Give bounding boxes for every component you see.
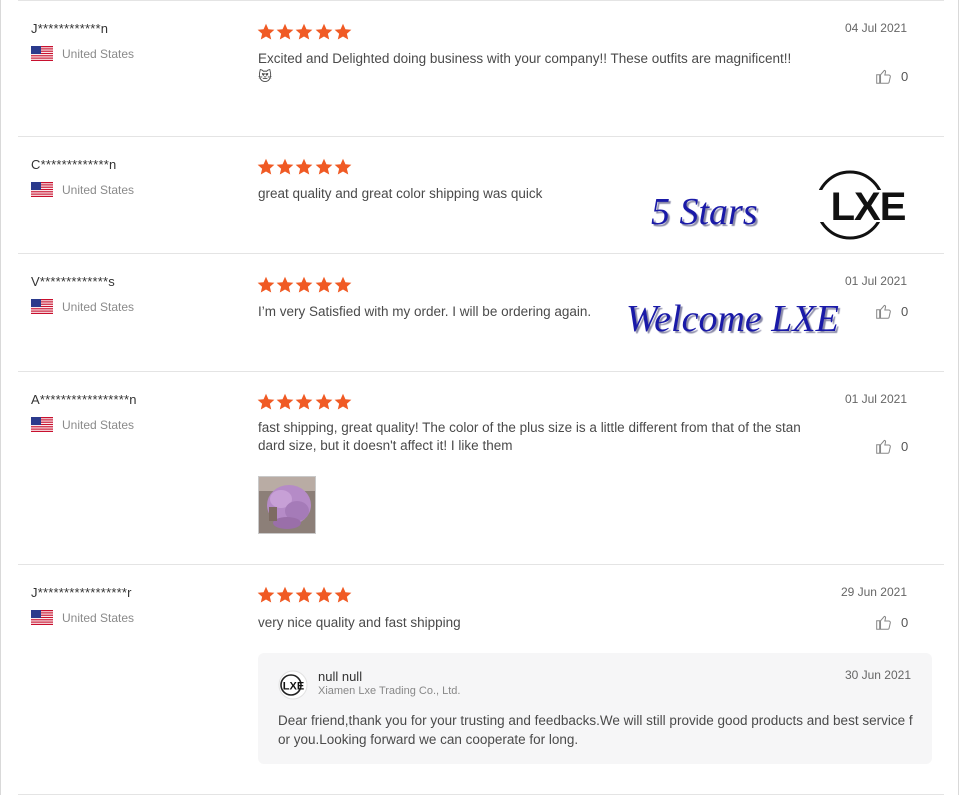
us-flag-icon — [31, 299, 53, 314]
star-rating — [257, 276, 353, 294]
reviewer-country: United States — [31, 610, 134, 625]
thumbs-up-icon — [876, 439, 891, 454]
star-icon — [315, 393, 332, 410]
star-rating — [257, 586, 353, 604]
country-label: United States — [62, 417, 135, 432]
reply-company-name: Xiamen Lxe Trading Co., Ltd. — [318, 685, 461, 697]
reviewer-country: United States — [31, 417, 134, 432]
like-button[interactable]: 0 — [875, 303, 908, 320]
review-text-line: very nice quality and fast shipping — [258, 615, 461, 630]
star-icon — [257, 393, 275, 410]
review-text: I’m very Satisfied with my order. I will… — [258, 303, 591, 321]
frame-right-border — [958, 0, 959, 795]
review-divider — [18, 0, 944, 1]
review-text: very nice quality and fast shipping — [258, 614, 461, 632]
thumbs-up-icon — [876, 69, 891, 84]
reply-date: 30 Jun 2021 — [844, 668, 911, 682]
review-date: 01 Jul 2021 — [844, 274, 907, 288]
star-icon — [257, 586, 275, 603]
star-rating — [257, 393, 353, 411]
reply-author-name: null null — [318, 669, 363, 684]
star-icon — [315, 23, 332, 40]
review-text-line: Excited and Delighted doing business wit… — [258, 51, 792, 66]
reviewer-name: J*****************r — [31, 585, 132, 600]
five-stars-overlay-text: 5 Stars — [651, 191, 758, 233]
seller-reply: LXE null null Xiamen Lxe Trading Co., Lt… — [258, 653, 932, 764]
star-icon — [276, 158, 294, 175]
star-icon — [334, 276, 352, 293]
star-icon — [257, 276, 275, 293]
star-icon — [276, 586, 294, 603]
welcome-overlay-text: Welcome LXE — [626, 298, 839, 340]
star-icon — [276, 276, 294, 293]
like-count: 0 — [901, 439, 909, 454]
star-icon — [296, 276, 313, 293]
reviewer-name: V*************s — [31, 274, 115, 289]
frame-left-border — [0, 0, 1, 795]
review-text-line: dard size, but it doesn't affect it! I l… — [258, 438, 513, 453]
review-text: Excited and Delighted doing business wit… — [258, 50, 791, 86]
reviewer-name: J************n — [31, 21, 109, 36]
review-text-line: I’m very Satisfied with my order. I will… — [258, 304, 592, 319]
star-icon — [276, 23, 294, 40]
country-label: United States — [62, 46, 135, 61]
country-label: United States — [62, 299, 135, 314]
like-count: 0 — [901, 69, 909, 84]
reviewer-name: C*************n — [31, 157, 117, 172]
like-count: 0 — [901, 615, 909, 630]
review-date: 29 Jun 2021 — [840, 585, 907, 599]
thumbs-up-icon — [876, 615, 891, 630]
review-text-line: fast shipping, great quality! The color … — [258, 420, 801, 435]
reviewer-name: A*****************n — [31, 392, 137, 407]
review-text: fast shipping, great quality! The color … — [258, 419, 801, 455]
country-label: United States — [62, 182, 135, 197]
like-count: 0 — [901, 304, 909, 319]
star-icon — [296, 158, 313, 175]
lxe-logo-text: LXE — [831, 185, 906, 229]
reviewer-country: United States — [31, 182, 134, 197]
like-button[interactable]: 0 — [875, 68, 908, 85]
review-date: 04 Jul 2021 — [844, 21, 907, 35]
review-divider — [18, 371, 944, 372]
star-icon — [296, 586, 313, 603]
review-photo-image — [259, 477, 315, 533]
star-icon — [296, 23, 313, 40]
star-icon — [334, 158, 352, 175]
like-button[interactable]: 0 — [875, 438, 908, 455]
lxe-logo-icon: LXE — [814, 170, 918, 240]
review-text: great quality and great color shipping w… — [258, 185, 542, 203]
star-icon — [334, 393, 352, 410]
review-text-line: great quality and great color shipping w… — [258, 186, 543, 201]
star-icon — [334, 586, 352, 603]
lxe-logo: LXE — [802, 164, 930, 252]
reply-text: Dear friend,thank you for your trusting … — [278, 713, 913, 747]
star-rating — [257, 23, 353, 41]
star-icon — [315, 276, 332, 293]
emoji-icon: 😻 — [258, 69, 273, 84]
like-button[interactable]: 0 — [875, 614, 908, 631]
country-label: United States — [62, 610, 135, 625]
star-icon — [334, 23, 352, 40]
thumbs-up-icon — [876, 304, 891, 319]
review-divider — [18, 564, 944, 565]
review-date: 01 Jul 2021 — [844, 392, 907, 406]
reviewer-country: United States — [31, 299, 134, 314]
star-icon — [257, 23, 275, 40]
star-icon — [296, 393, 313, 410]
star-icon — [315, 586, 332, 603]
star-rating — [257, 158, 353, 176]
us-flag-icon — [31, 182, 53, 197]
seller-logo-text: LXE — [283, 681, 304, 693]
star-icon — [315, 158, 332, 175]
us-flag-icon — [31, 610, 53, 625]
us-flag-icon — [31, 46, 53, 61]
star-icon — [257, 158, 275, 175]
reviewer-country: United States — [31, 46, 134, 61]
us-flag-icon — [31, 417, 53, 432]
review-photo-thumbnail[interactable] — [258, 476, 316, 534]
seller-logo-icon: LXE — [278, 670, 308, 700]
review-divider — [18, 136, 944, 137]
star-icon — [276, 393, 294, 410]
review-divider — [18, 253, 944, 254]
